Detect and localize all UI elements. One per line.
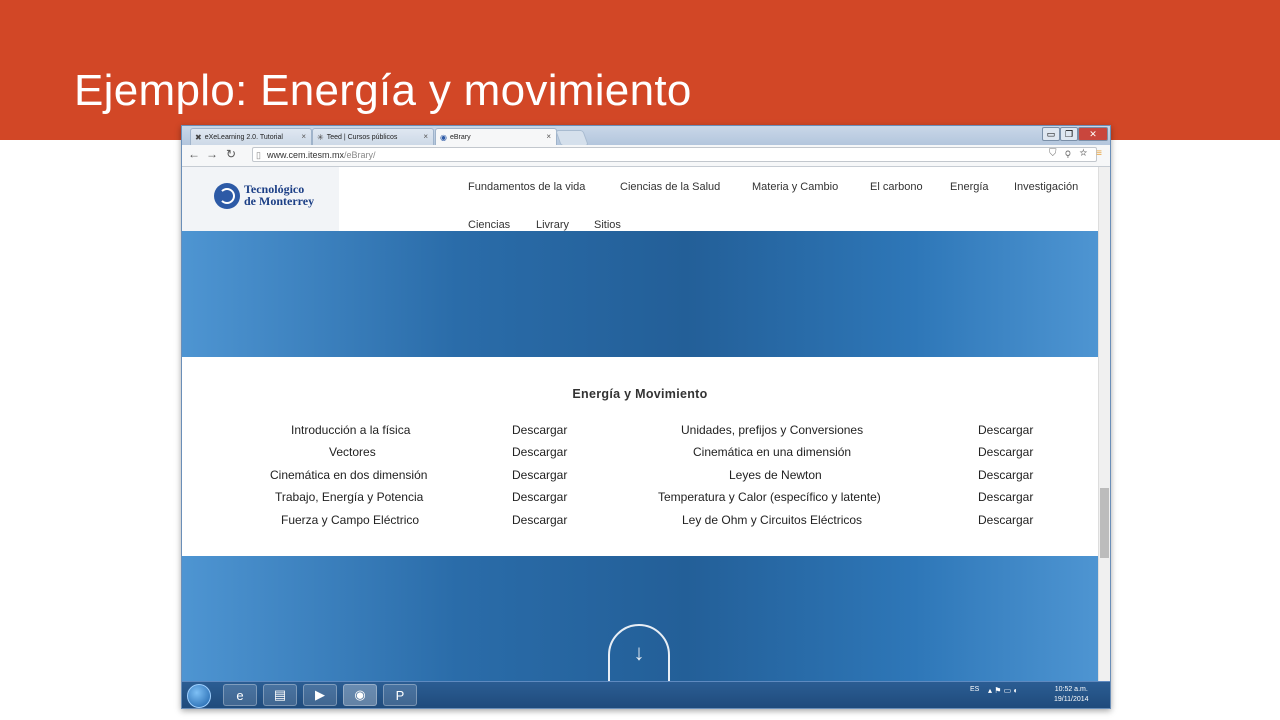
site-logo[interactable]: Tecnológico de Monterrey (182, 167, 339, 231)
reload-icon[interactable]: ↻ (226, 147, 236, 161)
media-player-icon[interactable]: ▶ (303, 684, 337, 706)
minimize-button[interactable]: ▭ (1042, 127, 1060, 141)
forward-arrow-icon[interactable]: → (206, 147, 218, 161)
scrollbar-thumb[interactable] (1100, 488, 1109, 558)
topic-left-4: Trabajo, Energía y Potencia (275, 490, 424, 504)
menu-icon[interactable]: ≡ (1096, 148, 1105, 159)
tab-exelearning[interactable]: ✖ eXeLearning 2.0. Tutorial × (190, 128, 312, 145)
topic-left-2: Vectores (329, 445, 376, 459)
logo-icon (214, 183, 240, 209)
nav-fundamentos[interactable]: Fundamentos de la vida (468, 181, 585, 193)
web-page: Tecnológico de Monterrey Fundamentos de … (182, 167, 1098, 681)
system-clock[interactable]: 10:52 a.m. 19/11/2014 (1054, 685, 1089, 705)
exe-icon: ✖ (195, 132, 202, 142)
logo-text: Tecnológico de Monterrey (244, 182, 315, 208)
download-link[interactable]: Descargar (978, 513, 1033, 527)
folder-icon[interactable]: ▤ (263, 684, 297, 706)
page-icon: ▯ (256, 150, 261, 160)
address-bar-row: ← → ↻ ▯ www.cem.itesm.mx/eBrary/ ⛉ ⚲ ☆ ≡ (182, 145, 1110, 167)
start-button[interactable] (187, 684, 211, 708)
content-section: Energía y Movimiento Introducción a la f… (182, 357, 1098, 557)
topic-right-4: Temperatura y Calor (específico y latent… (658, 490, 881, 504)
topic-right-5: Ley de Ohm y Circuitos Eléctricos (682, 513, 863, 527)
topic-right-3: Leyes de Newton (729, 468, 822, 482)
nav-energia[interactable]: Energía (950, 181, 989, 193)
window-close-button[interactable]: ✕ (1078, 127, 1108, 141)
nav-ciencias[interactable]: Ciencias (468, 219, 510, 231)
chrome-icon[interactable]: ◉ (343, 684, 377, 706)
url-path: /eBrary/ (344, 150, 376, 160)
topic-left-3: Cinemática en dos dimensión (270, 468, 428, 482)
url-input[interactable]: ▯ www.cem.itesm.mx/eBrary/ (252, 147, 1097, 162)
download-link[interactable]: Descargar (978, 468, 1033, 482)
nav-livrary[interactable]: Livrary (536, 219, 569, 231)
close-icon[interactable]: × (301, 132, 306, 141)
back-arrow-icon[interactable]: ← (188, 147, 200, 161)
teed-icon: ✳ (317, 132, 324, 142)
topic-left-5: Fuerza y Campo Eléctrico (281, 513, 420, 527)
tray-icons[interactable]: ▴ ⚑ ▭ ◐ (988, 686, 1018, 695)
tab-teed[interactable]: ✳ Teed | Cursos públicos × (312, 128, 434, 145)
tab-label: Teed | Cursos públicos (326, 133, 398, 141)
nav-carbono[interactable]: El carbono (870, 181, 923, 193)
nav-materia-cambio[interactable]: Materia y Cambio (752, 181, 838, 193)
language-indicator[interactable]: ES (970, 686, 979, 693)
topic-right-2: Cinemática en una dimensión (693, 445, 852, 459)
extension-icons[interactable]: ⛉ ⚲ ☆ ≡ (1049, 148, 1105, 159)
site-header: Tecnológico de Monterrey Fundamentos de … (182, 167, 1098, 231)
download-link[interactable]: Descargar (978, 445, 1033, 459)
download-link[interactable]: Descargar (512, 513, 567, 527)
clock-date: 19/11/2014 (1054, 696, 1089, 703)
topic-left-1: Introducción a la física (291, 423, 411, 437)
close-icon[interactable]: × (546, 132, 551, 141)
scroll-down-button[interactable]: ↓ (608, 624, 670, 681)
close-icon[interactable]: × (423, 132, 428, 141)
download-link[interactable]: Descargar (512, 490, 567, 504)
vertical-scrollbar[interactable] (1098, 167, 1110, 681)
tab-label: eXeLearning 2.0. Tutorial (204, 133, 283, 141)
globe-icon: ◉ (440, 133, 447, 142)
download-link[interactable]: Descargar (978, 490, 1033, 504)
ie-icon[interactable]: e (223, 684, 257, 706)
download-link[interactable]: Descargar (978, 423, 1033, 437)
tab-ebrary[interactable]: ◉ eBrary × (435, 128, 557, 146)
tab-label: eBrary (449, 134, 471, 141)
hero-banner (182, 231, 1098, 357)
section-title: Energía y Movimiento (572, 387, 708, 401)
download-link[interactable]: Descargar (512, 423, 567, 437)
clock-time: 10:52 a.m. (1054, 686, 1088, 693)
download-link[interactable]: Descargar (512, 445, 567, 459)
nav-sitios[interactable]: Sitios (594, 219, 621, 231)
nav-ciencias-salud[interactable]: Ciencias de la Salud (620, 181, 720, 193)
topic-right-1: Unidades, prefijos y Conversiones (681, 423, 864, 437)
arrow-down-icon: ↓ (633, 640, 645, 665)
browser-screenshot: ✖ eXeLearning 2.0. Tutorial × ✳ Teed | C… (181, 125, 1111, 709)
maximize-button[interactable]: ❐ (1060, 127, 1078, 141)
download-link[interactable]: Descargar (512, 468, 567, 482)
powerpoint-icon[interactable]: P (383, 684, 417, 706)
nav-investigacion[interactable]: Investigación (1014, 181, 1078, 193)
windows-taskbar: e ▤ ▶ ◉ P ES ▴ ⚑ ▭ ◐ 10:52 a.m. 19/11/20… (182, 681, 1110, 708)
slide-title: Ejemplo: Energía y movimiento (74, 66, 692, 115)
url-host: www.cem.itesm.mx (267, 150, 345, 160)
footer-banner: ↓ (182, 556, 1098, 681)
new-tab-button[interactable] (555, 130, 589, 146)
browser-tab-bar: ✖ eXeLearning 2.0. Tutorial × ✳ Teed | C… (182, 126, 1110, 146)
